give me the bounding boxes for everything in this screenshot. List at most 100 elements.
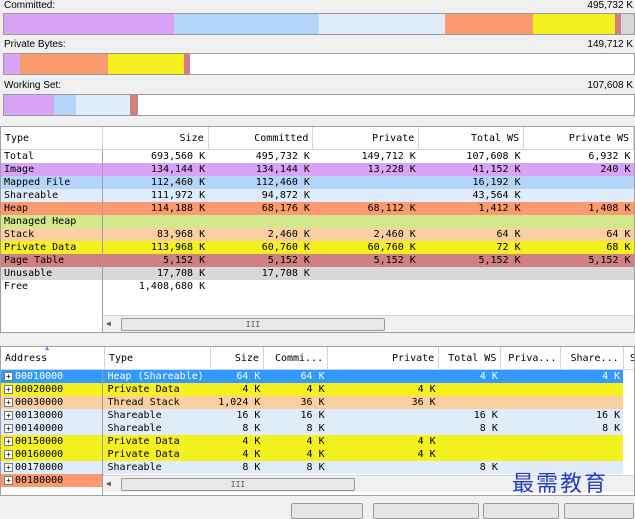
types-table-row[interactable]: Total 693,560 K 495,732 K 149,712 K 107,608 … <box>1 149 634 163</box>
committed-label: Committed: <box>4 0 56 11</box>
details-cell: 1,024 K <box>218 397 261 408</box>
types-table-row[interactable]: Managed Heap <box>1 215 634 228</box>
address-cell: +00010000 <box>1 369 105 383</box>
types-cell: 1,408 K <box>588 203 631 214</box>
committed-value: 495,732 K <box>587 0 633 11</box>
scroll-thumb[interactable]: III <box>121 318 385 331</box>
bar-segment <box>107 54 184 74</box>
address-cell: +00170000 <box>1 461 105 474</box>
details-cell <box>328 461 439 474</box>
types-cell: 114,188 K <box>150 203 206 214</box>
details-cell <box>328 409 439 422</box>
types-table: Type Size Committed Private Total WS Pri… <box>1 127 634 293</box>
details-table-row[interactable]: +00020000 Private Data 4 K4 K4 K <box>1 383 634 396</box>
expand-icon[interactable]: + <box>4 397 13 407</box>
address-cell: +00150000 <box>1 435 105 448</box>
private-bytes-label: Private Bytes: <box>4 39 66 50</box>
details-cell <box>328 370 439 384</box>
expand-icon[interactable]: + <box>4 410 13 420</box>
col-committed[interactable]: Committed <box>208 127 314 150</box>
expand-icon[interactable]: + <box>4 449 13 459</box>
types-cell: Page Table <box>4 255 65 266</box>
details-cell <box>501 422 561 435</box>
details-table-row[interactable]: +00010000 Heap (Shareable) 64 K 64 K4 K4 K <box>1 369 634 384</box>
expand-icon[interactable]: + <box>4 371 13 381</box>
types-horizontal-scrollbar[interactable]: ◀ III <box>103 315 634 332</box>
col-detail-shareable-ws[interactable]: Share... <box>560 347 624 370</box>
col-detail-total-ws[interactable]: Total WS <box>438 347 502 370</box>
details-table-row[interactable]: +00150000 Private Data 4 K4 K4 K <box>1 435 634 448</box>
details-cell: 4 K <box>417 436 436 447</box>
details-table-row[interactable]: +00130000 Shareable 16 K 16 K 16 K 16 K <box>1 409 634 422</box>
address-text: 00170000 <box>15 462 64 473</box>
details-cell <box>439 435 501 448</box>
col-address[interactable]: Address <box>1 347 105 370</box>
bar-segment <box>54 95 77 115</box>
expand-icon[interactable]: + <box>4 436 13 446</box>
details-cell <box>561 383 623 396</box>
types-table-row[interactable]: Image 134,144 K 134,144 K 13,228 K 41,152 K 2… <box>1 163 634 176</box>
bar-segment <box>129 95 138 115</box>
types-cell: 149,712 K <box>361 151 416 162</box>
bar-segment <box>4 54 20 74</box>
details-cell <box>501 435 561 448</box>
address-text: 00130000 <box>15 410 64 421</box>
types-cell: 13,228 K <box>367 164 416 175</box>
types-cell: 72 K <box>496 242 521 253</box>
col-detail-private-ws[interactable]: Priva... <box>500 347 562 370</box>
types-cell: 5,152 K <box>478 255 521 266</box>
private-bytes-bar <box>3 53 635 75</box>
bottom-button-2[interactable] <box>373 503 479 519</box>
col-detail-private[interactable]: Private <box>327 347 440 370</box>
types-cell: 5,152 K <box>588 255 631 266</box>
col-type[interactable]: Type <box>1 127 103 150</box>
details-cell: 8 K <box>306 423 325 434</box>
col-private-ws[interactable]: Private WS <box>523 127 634 150</box>
col-detail-s[interactable]: S <box>623 347 634 370</box>
types-cell: Heap <box>4 203 29 214</box>
bottom-button-1[interactable] <box>291 503 363 519</box>
bar-segment <box>4 14 175 34</box>
types-table-row[interactable]: Page Table 5,152 K 5,152 K 5,152 K 5,152 K 5,… <box>1 254 634 267</box>
expand-icon[interactable]: + <box>4 462 13 472</box>
col-size[interactable]: Size <box>102 127 209 150</box>
details-scroll-thumb[interactable]: III <box>121 478 355 491</box>
types-table-row[interactable]: Free 1,408,680 K <box>1 280 634 293</box>
details-scroll-left-icon[interactable]: ◀ <box>106 479 111 488</box>
types-table-row[interactable]: Unusable 17,708 K 17,708 K <box>1 267 634 280</box>
types-table-row[interactable]: Heap 114,188 K 68,176 K 68,112 K 1,412 K 1,40… <box>1 202 634 215</box>
address-text: 00140000 <box>15 423 64 434</box>
col-total-ws[interactable]: Total WS <box>418 127 525 150</box>
types-cell: 112,460 K <box>255 177 310 188</box>
types-cell: 240 K <box>600 164 631 175</box>
types-cell: 17,708 K <box>261 268 310 279</box>
types-table-row[interactable]: Stack 83,968 K 2,460 K 2,460 K 64 K 64 K <box>1 228 634 241</box>
types-cell: 68,176 K <box>261 203 310 214</box>
details-cell: 8 K <box>306 462 325 473</box>
details-table-row[interactable]: +00030000 Thread Stack 1,024 K 36 K 36 K <box>1 396 634 409</box>
types-table-row[interactable]: Shareable 111,972 K 94,872 K 43,564 K <box>1 189 634 202</box>
private-bytes-value: 149,712 K <box>587 39 633 50</box>
details-cell: 16 K <box>596 410 621 421</box>
working-set-value: 107,608 K <box>587 80 633 91</box>
details-table-row[interactable]: +00140000 Shareable 8 K8 K8 K8 K <box>1 422 634 435</box>
expand-icon[interactable]: + <box>4 423 13 433</box>
details-cell: 4 K <box>242 449 261 460</box>
details-table-row[interactable]: +00160000 Private Data 4 K4 K4 K <box>1 448 634 461</box>
bottom-button-3[interactable] <box>483 503 559 519</box>
expand-icon[interactable]: + <box>4 475 13 485</box>
address-cell: +00130000 <box>1 409 105 422</box>
types-table-row[interactable]: Private Data 113,968 K 60,760 K 60,760 K 72 … <box>1 241 634 254</box>
details-cell: 64 K <box>236 371 261 382</box>
col-detail-committed[interactable]: Commi... <box>263 347 329 370</box>
bottom-button-4[interactable] <box>564 503 634 519</box>
col-detail-type[interactable]: Type <box>104 347 211 370</box>
scroll-left-icon[interactable]: ◀ <box>106 319 111 328</box>
col-private[interactable]: Private <box>312 127 420 150</box>
types-cell: Stack <box>4 229 35 240</box>
types-cell <box>524 176 634 189</box>
expand-icon[interactable]: + <box>4 384 13 394</box>
col-detail-size[interactable]: Size <box>210 347 264 370</box>
types-table-row[interactable]: Mapped File 112,460 K 112,460 K 16,192 K <box>1 176 634 189</box>
types-cell <box>524 189 634 202</box>
